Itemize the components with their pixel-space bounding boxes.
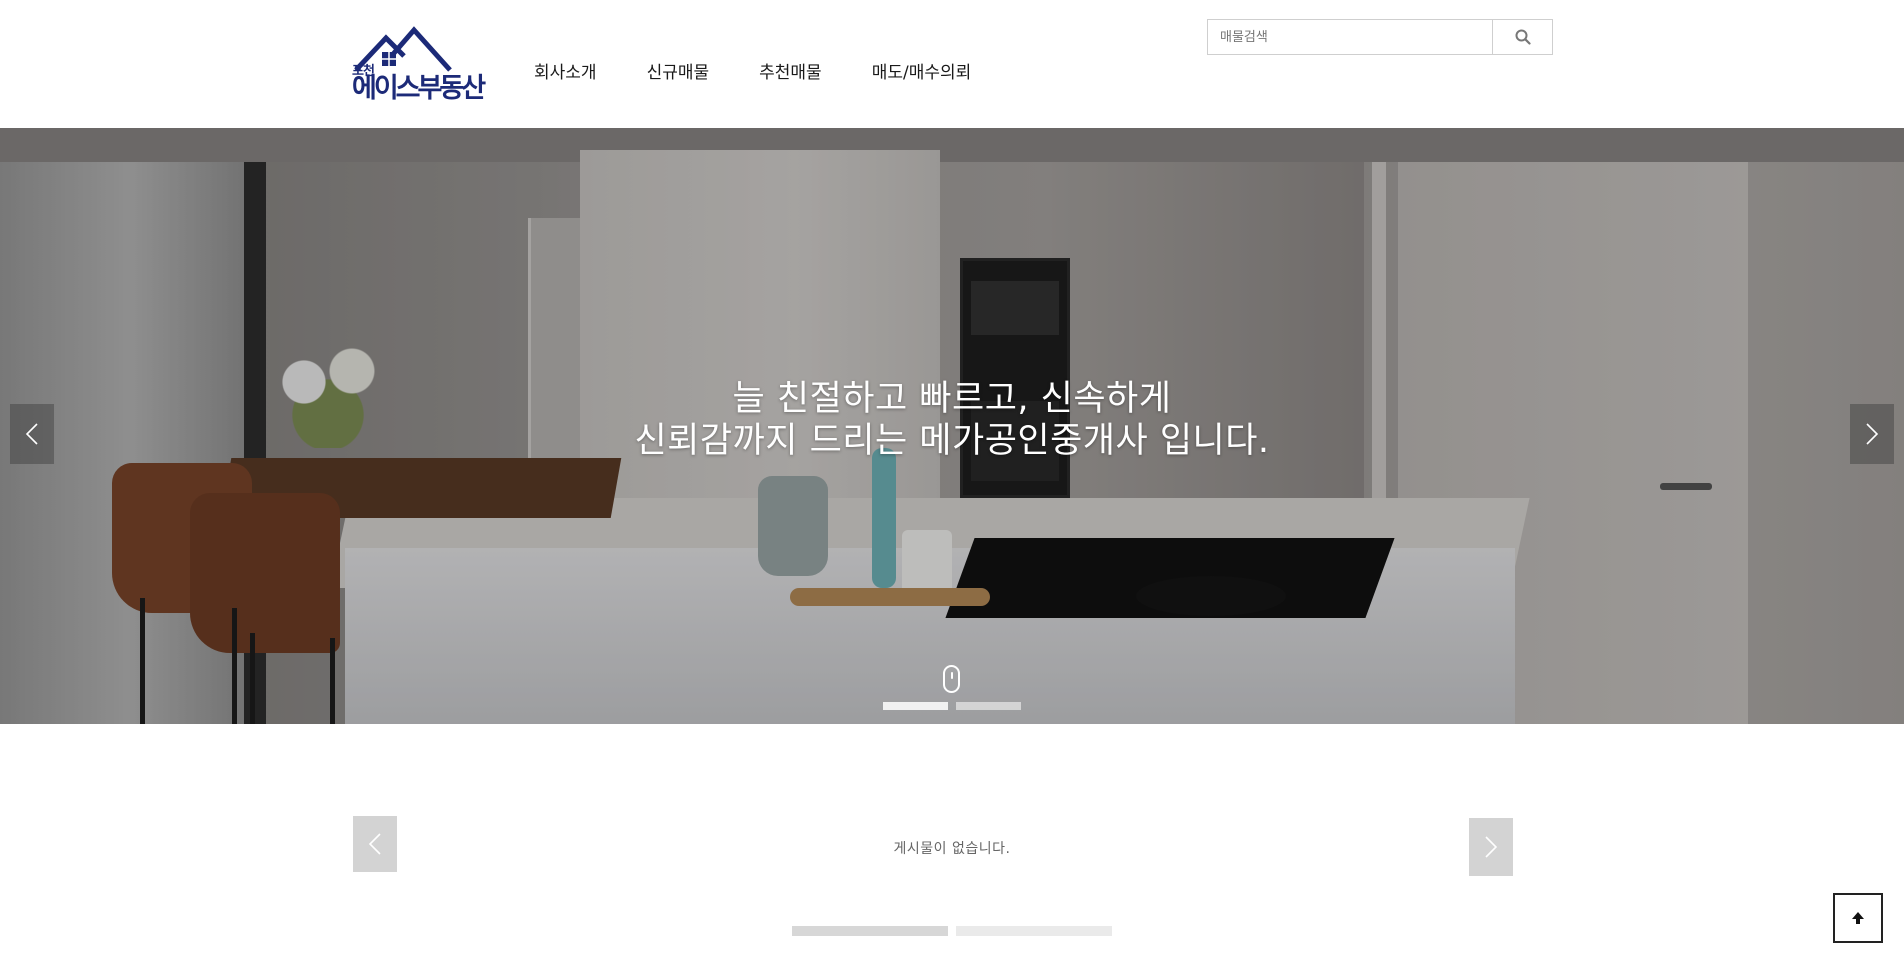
hero-prev-button[interactable]	[10, 404, 54, 464]
arrow-up-icon	[1852, 912, 1864, 924]
chevron-left-icon	[25, 423, 38, 445]
site-header: 포천 에이스부동산 회사소개 신규매물 추천매물 매도/매수의뢰	[0, 0, 1904, 128]
hero-pagination	[883, 702, 1021, 710]
chevron-right-icon	[1866, 423, 1879, 445]
nav-item-about[interactable]: 회사소개	[534, 58, 597, 83]
search-button[interactable]	[1492, 20, 1552, 54]
listing-dot-2[interactable]	[956, 926, 1112, 936]
search-input[interactable]	[1208, 20, 1492, 54]
hero-caption: 늘 친절하고 빠르고, 신속하게 신뢰감까지 드리는 메가공인중개사 입니다.	[0, 378, 1904, 462]
search-icon	[1515, 29, 1531, 45]
nav-item-new-listings[interactable]: 신규매물	[647, 58, 710, 83]
hero-dot-1[interactable]	[883, 702, 948, 710]
listing-dot-1[interactable]	[792, 926, 948, 936]
main-nav: 회사소개 신규매물 추천매물 매도/매수의뢰	[534, 58, 1021, 83]
search-box	[1207, 19, 1553, 55]
logo-main-text: 에이스부동산	[352, 73, 486, 104]
chevron-right-icon	[1485, 836, 1498, 858]
hero-slider: 늘 친절하고 빠르고, 신속하게 신뢰감까지 드리는 메가공인중개사 입니다.	[0, 128, 1904, 724]
listing-empty-message: 게시물이 없습니다.	[893, 841, 1011, 857]
mouse-icon	[943, 665, 960, 693]
site-logo[interactable]: 포천 에이스부동산	[352, 26, 486, 104]
hero-caption-line-2: 신뢰감까지 드리는 메가공인중개사 입니다.	[634, 421, 1270, 461]
listing-pagination	[792, 926, 1112, 936]
scroll-top-button[interactable]	[1833, 893, 1883, 943]
listing-next-button[interactable]	[1469, 818, 1513, 876]
nav-item-request[interactable]: 매도/매수의뢰	[872, 58, 972, 83]
hero-caption-line-1: 늘 친절하고 빠르고, 신속하게	[732, 379, 1172, 419]
hero-next-button[interactable]	[1850, 404, 1894, 464]
hero-dot-2[interactable]	[956, 702, 1021, 710]
nav-item-recommended[interactable]: 추천매물	[759, 58, 822, 83]
